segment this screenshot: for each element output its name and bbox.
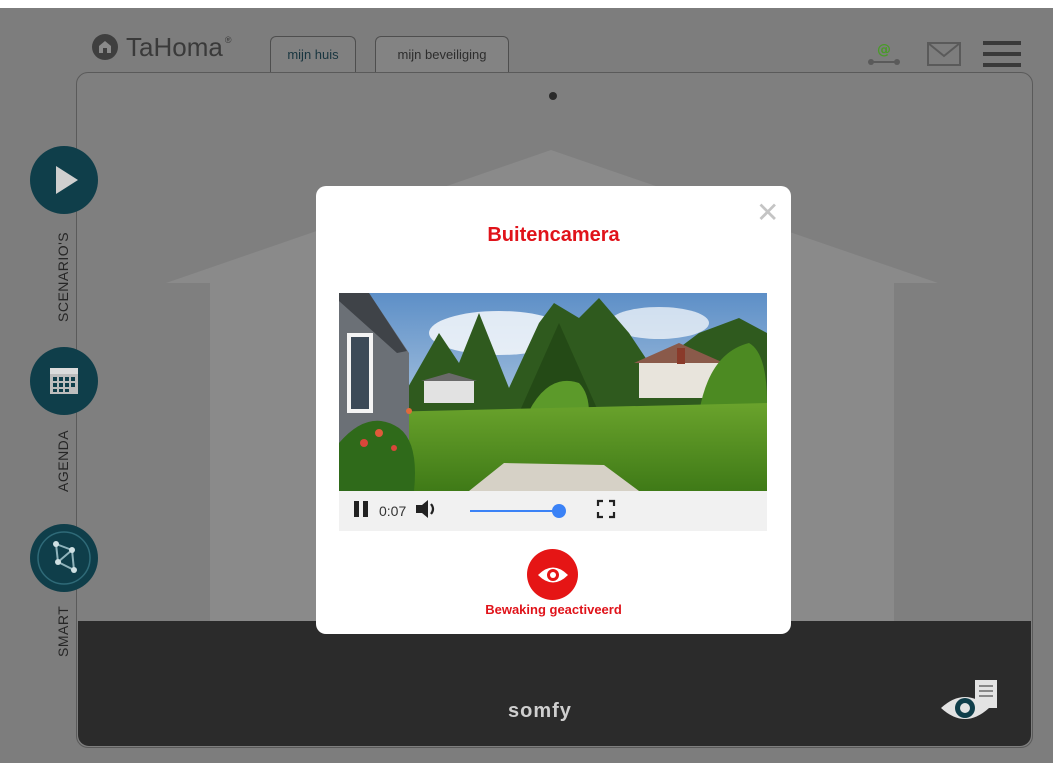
footer-bar — [78, 621, 1031, 746]
at-network-icon[interactable]: @ — [866, 40, 902, 73]
sidebar-item-smart[interactable]: SMART — [55, 606, 71, 657]
surveillance-status: Bewaking geactiveerd — [485, 602, 622, 617]
camera-video[interactable] — [339, 293, 767, 491]
volume-slider[interactable] — [470, 504, 570, 518]
sidebar-item-agenda[interactable]: AGENDA — [55, 430, 71, 492]
app-name: TaHoma — [126, 31, 223, 62]
network-icon — [37, 531, 91, 585]
video-time: 0:07 — [379, 503, 407, 519]
svg-text:@: @ — [877, 42, 891, 58]
close-icon[interactable]: ✕ — [756, 196, 779, 229]
fullscreen-icon[interactable] — [596, 499, 616, 524]
volume-icon[interactable] — [414, 498, 440, 525]
pause-icon[interactable] — [353, 500, 369, 523]
surveillance-eye-icon[interactable] — [939, 678, 1005, 731]
top-crop-strip — [0, 0, 1053, 8]
play-icon — [56, 166, 78, 194]
sidebar-item-scenarios[interactable]: SCENARIO'S — [55, 232, 71, 322]
tahoma-logo[interactable]: TaHoma ® — [92, 32, 231, 62]
eye-icon — [537, 567, 568, 582]
tab-mijn-huis[interactable]: mijn huis — [270, 36, 356, 72]
mail-icon[interactable] — [927, 42, 961, 71]
somfy-logo: somfy — [508, 700, 572, 722]
surveillance-toggle-button[interactable] — [527, 549, 578, 600]
page-indicator-dot[interactable] — [549, 92, 557, 100]
home-icon — [92, 34, 118, 60]
video-controls: 0:07 — [339, 491, 767, 531]
tab-mijn-beveiliging[interactable]: mijn beveiliging — [375, 36, 509, 72]
hamburger-menu-icon[interactable] — [983, 39, 1021, 74]
modal-title: Buitencamera — [487, 224, 620, 246]
scenarios-button[interactable] — [30, 146, 98, 214]
agenda-button[interactable] — [30, 347, 98, 415]
smart-button[interactable] — [30, 524, 98, 592]
camera-modal: Buitencamera ✕ 0:07 Bewaking geactiveerd — [316, 186, 791, 634]
calendar-icon — [50, 368, 78, 394]
